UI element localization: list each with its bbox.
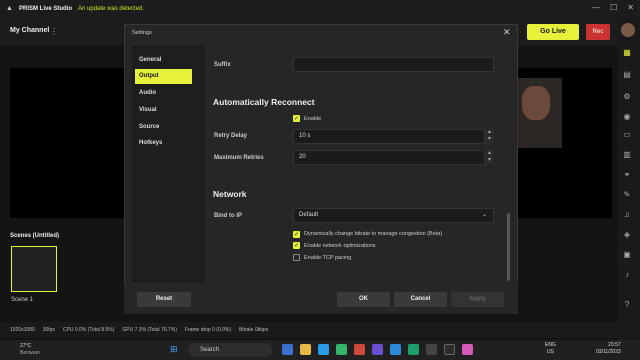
settings-icon[interactable]: ⚙ [622, 92, 632, 102]
lang-line: ENG [545, 342, 556, 348]
grid-icon[interactable]: ▤ [622, 70, 632, 80]
status-bar: 1920x1080 30fps CPU 0.0% (Total 8.5%) GP… [0, 322, 618, 338]
app-icon[interactable] [408, 344, 419, 355]
help-icon[interactable]: ? [622, 300, 632, 310]
go-live-button[interactable]: Go Live [527, 24, 579, 40]
dynamic-bitrate-label: Dynamically change bitrate to manage con… [304, 231, 443, 237]
frame-drop-readout: Frame drop 0 (0.0%) [184, 327, 232, 333]
settings-scrollbar[interactable] [507, 213, 510, 281]
channel-label: My Channel [10, 27, 50, 34]
network-optimizations-label: Enable network optimizations [304, 243, 376, 249]
close-window-button[interactable]: ✕ [627, 3, 634, 12]
weather-temperature[interactable]: 27°C [20, 343, 31, 349]
maximize-button[interactable]: ☐ [610, 3, 617, 12]
prism-logo-icon: ▲ [6, 5, 13, 12]
title-bar: ▲ PRISM Live Studio An update was detect… [0, 0, 640, 18]
reconnect-heading: Automatically Reconnect [213, 97, 315, 107]
suffix-input[interactable] [293, 57, 494, 72]
resolution-readout: 1920x1080 [10, 327, 35, 333]
chat-icon[interactable]: ▭ [622, 130, 632, 140]
channel-menu-icon[interactable]: ⋮ [50, 27, 58, 36]
update-notice[interactable]: An update was detected. [78, 6, 144, 12]
nav-hotkeys[interactable]: Hotkeys [135, 136, 192, 151]
settings-title: Settings [132, 30, 152, 36]
network-heading: Network [213, 189, 247, 199]
bind-ip-label: Bind to IP [214, 213, 242, 219]
app-icon[interactable] [426, 344, 437, 355]
fps-readout: 30fps [42, 327, 55, 333]
retry-delay-stepper[interactable]: ▲ ▼ [485, 129, 494, 144]
windows-start-icon[interactable]: ⊞ [170, 344, 181, 355]
scene-thumbnail[interactable] [11, 246, 57, 292]
cancel-button[interactable]: Cancel [394, 292, 447, 307]
brush-icon[interactable]: ✎ [622, 190, 632, 200]
camera-subject [522, 86, 550, 120]
stats-icon[interactable]: ▥ [622, 150, 632, 160]
bind-ip-value: Default [299, 212, 319, 218]
app-icon[interactable] [390, 344, 401, 355]
minimize-button[interactable]: — [592, 3, 600, 12]
chevron-down-icon: ⌄ [481, 212, 487, 218]
bell-icon[interactable]: ♪ [622, 270, 632, 280]
apply-button[interactable]: Apply [451, 292, 504, 307]
tcp-pacing-checkbox[interactable] [293, 254, 300, 261]
nav-output[interactable]: Output [135, 69, 192, 84]
bitrate-readout: Bitrate 0kbps [239, 327, 269, 333]
network-optimizations-checkbox[interactable]: ✓ [293, 242, 300, 249]
weather-description[interactable]: Berawan [20, 350, 40, 356]
max-retries-stepper[interactable]: ▲ ▼ [485, 150, 494, 165]
avatar[interactable] [621, 23, 635, 37]
nav-general[interactable]: General [135, 53, 192, 68]
scenes-title: Scenes (Untitled) [10, 233, 60, 239]
rec-button[interactable]: Rec [586, 24, 610, 40]
tcp-pacing-label: Enable TCP pacing [304, 255, 352, 261]
max-retries-label: Maximum Retries [214, 155, 264, 161]
music-icon[interactable]: ♫ [622, 210, 632, 220]
lang-region: US [546, 349, 554, 355]
language-indicator[interactable]: ENG US [545, 342, 556, 356]
app-icon[interactable] [372, 344, 383, 355]
app-title: PRISM Live Studio [19, 6, 73, 12]
layout-icon[interactable]: ▦ [622, 48, 632, 58]
edge-icon[interactable] [318, 344, 329, 355]
clock-date: 03/11/2023 [596, 349, 621, 355]
ok-button[interactable]: OK [337, 292, 390, 307]
shield-icon[interactable]: ◈ [622, 230, 632, 240]
bind-ip-select[interactable]: Default ⌄ [293, 208, 494, 223]
enable-label: Enable [304, 116, 322, 122]
reset-button[interactable]: Reset [137, 292, 191, 307]
dynamic-bitrate-checkbox[interactable]: ✓ [293, 231, 300, 238]
enable-checkbox[interactable]: ✓ [293, 115, 300, 122]
camera-icon[interactable]: ◉ [622, 112, 632, 122]
nav-audio[interactable]: Audio [135, 86, 192, 101]
image-icon[interactable]: ▣ [622, 250, 632, 260]
app-icon[interactable] [462, 344, 473, 355]
chrome-icon[interactable] [354, 344, 365, 355]
retry-delay-label: Retry Delay [214, 133, 248, 139]
app-icon[interactable] [282, 344, 293, 355]
nav-source[interactable]: Source [135, 120, 192, 135]
window-controls: — ☐ ✕ [592, 3, 634, 12]
folder-icon[interactable] [300, 344, 311, 355]
cpu-readout: CPU 0.0% (Total 8.5%) [62, 327, 115, 333]
nav-visual[interactable]: Visual [135, 103, 192, 118]
store-icon[interactable] [336, 344, 347, 355]
max-retries-input[interactable]: 20 [293, 150, 485, 165]
taskbar-search[interactable]: Search [188, 343, 272, 357]
retry-delay-input[interactable]: 10 s [293, 129, 485, 144]
scene-name: Scene 1 [11, 297, 34, 303]
close-icon[interactable]: ✕ [503, 27, 511, 38]
clock-time: 23:57 [608, 342, 621, 348]
gpu-readout: GPU 7.3% (Total 76.7%) [122, 327, 177, 333]
clock[interactable]: 23:57 03/11/2023 [596, 342, 621, 356]
suffix-label: Suffix [214, 62, 231, 68]
link-icon[interactable]: ⚭ [622, 170, 632, 180]
prism-app-icon[interactable] [444, 344, 455, 355]
